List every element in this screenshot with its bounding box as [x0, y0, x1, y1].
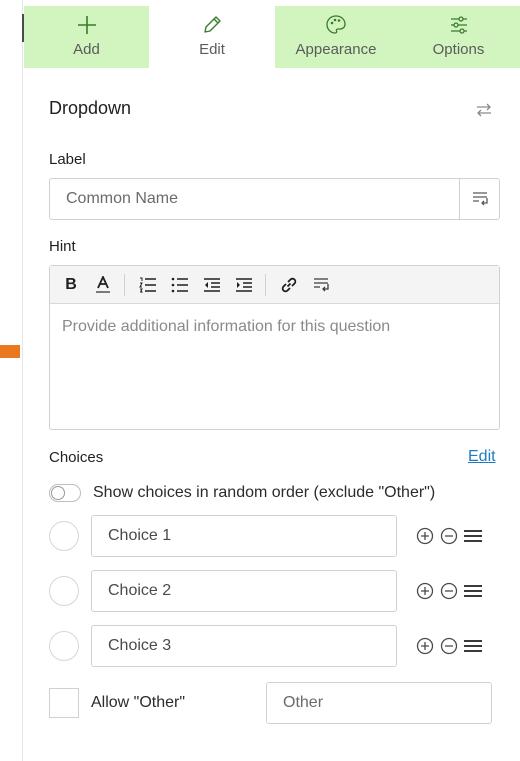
choice-actions — [415, 636, 487, 656]
add-choice-button[interactable] — [415, 636, 435, 656]
drag-marker — [0, 345, 20, 358]
tab-options[interactable]: Options — [397, 6, 520, 68]
choice-row — [49, 625, 500, 667]
outdent-button[interactable] — [201, 274, 223, 296]
tab-edit-label: Edit — [199, 41, 225, 58]
choice-radio[interactable] — [49, 576, 79, 606]
label-input[interactable] — [50, 179, 459, 219]
add-choice-button[interactable] — [415, 526, 435, 546]
bullet-list-button[interactable] — [169, 274, 191, 296]
panel-left-border — [22, 0, 23, 761]
remove-choice-button[interactable] — [439, 636, 459, 656]
choice-radio[interactable] — [49, 631, 79, 661]
numbered-list-icon — [139, 277, 156, 292]
remove-choice-button[interactable] — [439, 581, 459, 601]
hamburger-icon — [464, 640, 482, 652]
tab-edit[interactable]: Edit — [149, 6, 275, 68]
tab-options-label: Options — [432, 41, 485, 58]
choice-actions — [415, 581, 487, 601]
plus-circle-icon — [416, 527, 434, 545]
allow-other-row: Allow "Other" — [49, 682, 500, 724]
tab-appearance-label: Appearance — [295, 41, 377, 58]
bullet-list-icon — [171, 277, 188, 292]
tab-bar: Add Edit Appearance Options — [24, 6, 520, 68]
minus-circle-icon — [440, 637, 458, 655]
insert-field-icon — [472, 192, 488, 206]
drag-handle[interactable] — [463, 636, 483, 656]
allow-other-checkbox[interactable] — [49, 688, 79, 718]
hint-text-area[interactable]: Provide additional information for this … — [50, 304, 499, 430]
allow-other-label: Allow "Other" — [91, 694, 186, 711]
drag-handle[interactable] — [463, 526, 483, 546]
insert-field-button[interactable] — [310, 274, 332, 296]
pencil-icon — [204, 16, 221, 33]
hint-toolbar: B — [50, 266, 499, 304]
label-field-label: Label — [49, 151, 86, 168]
drag-handle[interactable] — [463, 581, 483, 601]
hint-field-label: Hint — [49, 238, 76, 255]
hamburger-icon — [464, 585, 482, 597]
choice-actions — [415, 526, 487, 546]
toolbar-divider — [124, 273, 125, 296]
random-order-row: Show choices in random order (exclude "O… — [49, 484, 435, 502]
choice-radio[interactable] — [49, 521, 79, 551]
tab-add-label: Add — [73, 41, 100, 58]
palette-icon — [326, 15, 346, 34]
minus-circle-icon — [440, 527, 458, 545]
minus-circle-icon — [440, 582, 458, 600]
plus-icon — [77, 16, 96, 34]
choice-row — [49, 570, 500, 612]
link-icon — [281, 277, 297, 292]
toggle-knob — [51, 486, 65, 500]
hamburger-icon — [464, 530, 482, 542]
other-input[interactable] — [266, 682, 492, 724]
choice-input[interactable] — [91, 515, 397, 557]
tab-appearance[interactable]: Appearance — [275, 6, 397, 68]
bold-button[interactable]: B — [60, 274, 82, 296]
insert-field-button[interactable] — [459, 179, 499, 219]
insert-field-icon — [314, 277, 329, 291]
random-order-label: Show choices in random order (exclude "O… — [93, 484, 436, 501]
plus-circle-icon — [416, 582, 434, 600]
text-color-icon — [96, 275, 110, 293]
label-field — [49, 178, 500, 220]
text-color-button[interactable] — [92, 274, 114, 296]
tab-add[interactable]: Add — [24, 6, 149, 68]
random-order-toggle[interactable] — [49, 484, 81, 502]
outdent-icon — [204, 277, 220, 292]
choices-edit-link[interactable]: Edit — [468, 448, 496, 466]
indent-icon — [236, 277, 252, 292]
remove-choice-button[interactable] — [439, 526, 459, 546]
choice-row — [49, 515, 500, 557]
hint-editor: B Provide additional information for thi… — [49, 265, 500, 430]
choice-input[interactable] — [91, 625, 397, 667]
question-type-title: Dropdown — [49, 98, 132, 118]
choice-input[interactable] — [91, 570, 397, 612]
toolbar-divider — [265, 273, 266, 296]
plus-circle-icon — [416, 637, 434, 655]
numbered-list-button[interactable] — [137, 274, 159, 296]
sliders-icon — [450, 16, 467, 34]
swap-arrows-icon[interactable] — [474, 101, 494, 119]
link-button[interactable] — [278, 274, 300, 296]
indent-button[interactable] — [233, 274, 255, 296]
choices-label: Choices — [49, 449, 104, 466]
add-choice-button[interactable] — [415, 581, 435, 601]
